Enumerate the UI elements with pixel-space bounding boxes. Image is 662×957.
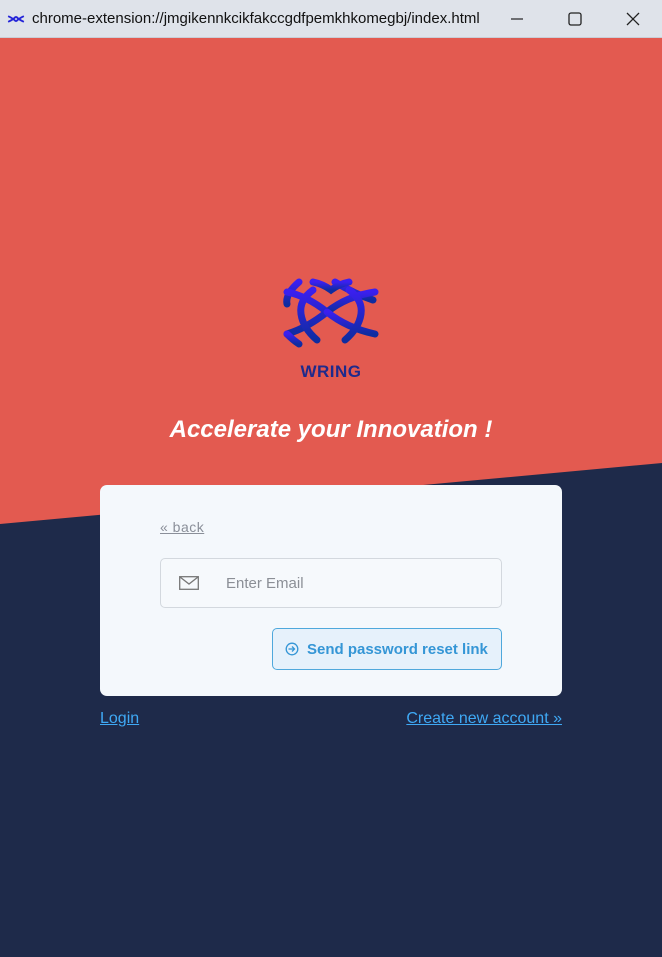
- create-account-link[interactable]: Create new account »: [406, 710, 562, 728]
- email-field[interactable]: [160, 558, 502, 608]
- login-link[interactable]: Login: [100, 710, 139, 728]
- tagline: Accelerate your Innovation !: [169, 416, 493, 443]
- minimize-icon: [511, 18, 523, 20]
- wring-logo-icon: [283, 278, 379, 348]
- send-reset-link-button[interactable]: Send password reset link: [272, 628, 502, 670]
- page-content: WRING Accelerate your Innovation ! « bac…: [0, 38, 662, 950]
- maximize-icon: [568, 12, 582, 26]
- sign-in-arrow-icon: [285, 642, 299, 656]
- envelope-icon: [179, 576, 199, 590]
- email-input[interactable]: [224, 573, 468, 593]
- maximize-button[interactable]: [546, 0, 604, 38]
- window-url: chrome-extension://jmgikennkcikfakccgdfp…: [32, 10, 480, 27]
- minimize-button[interactable]: [488, 0, 546, 38]
- close-icon: [626, 12, 640, 26]
- reset-password-card: « back Send password reset link: [100, 485, 562, 696]
- wring-logo-icon: [6, 9, 26, 29]
- send-reset-link-label: Send password reset link: [307, 640, 488, 658]
- brand-name: WRING: [300, 362, 362, 381]
- close-button[interactable]: [604, 0, 662, 38]
- back-link[interactable]: « back: [160, 519, 204, 535]
- title-bar: chrome-extension://jmgikennkcikfakccgdfp…: [0, 0, 662, 38]
